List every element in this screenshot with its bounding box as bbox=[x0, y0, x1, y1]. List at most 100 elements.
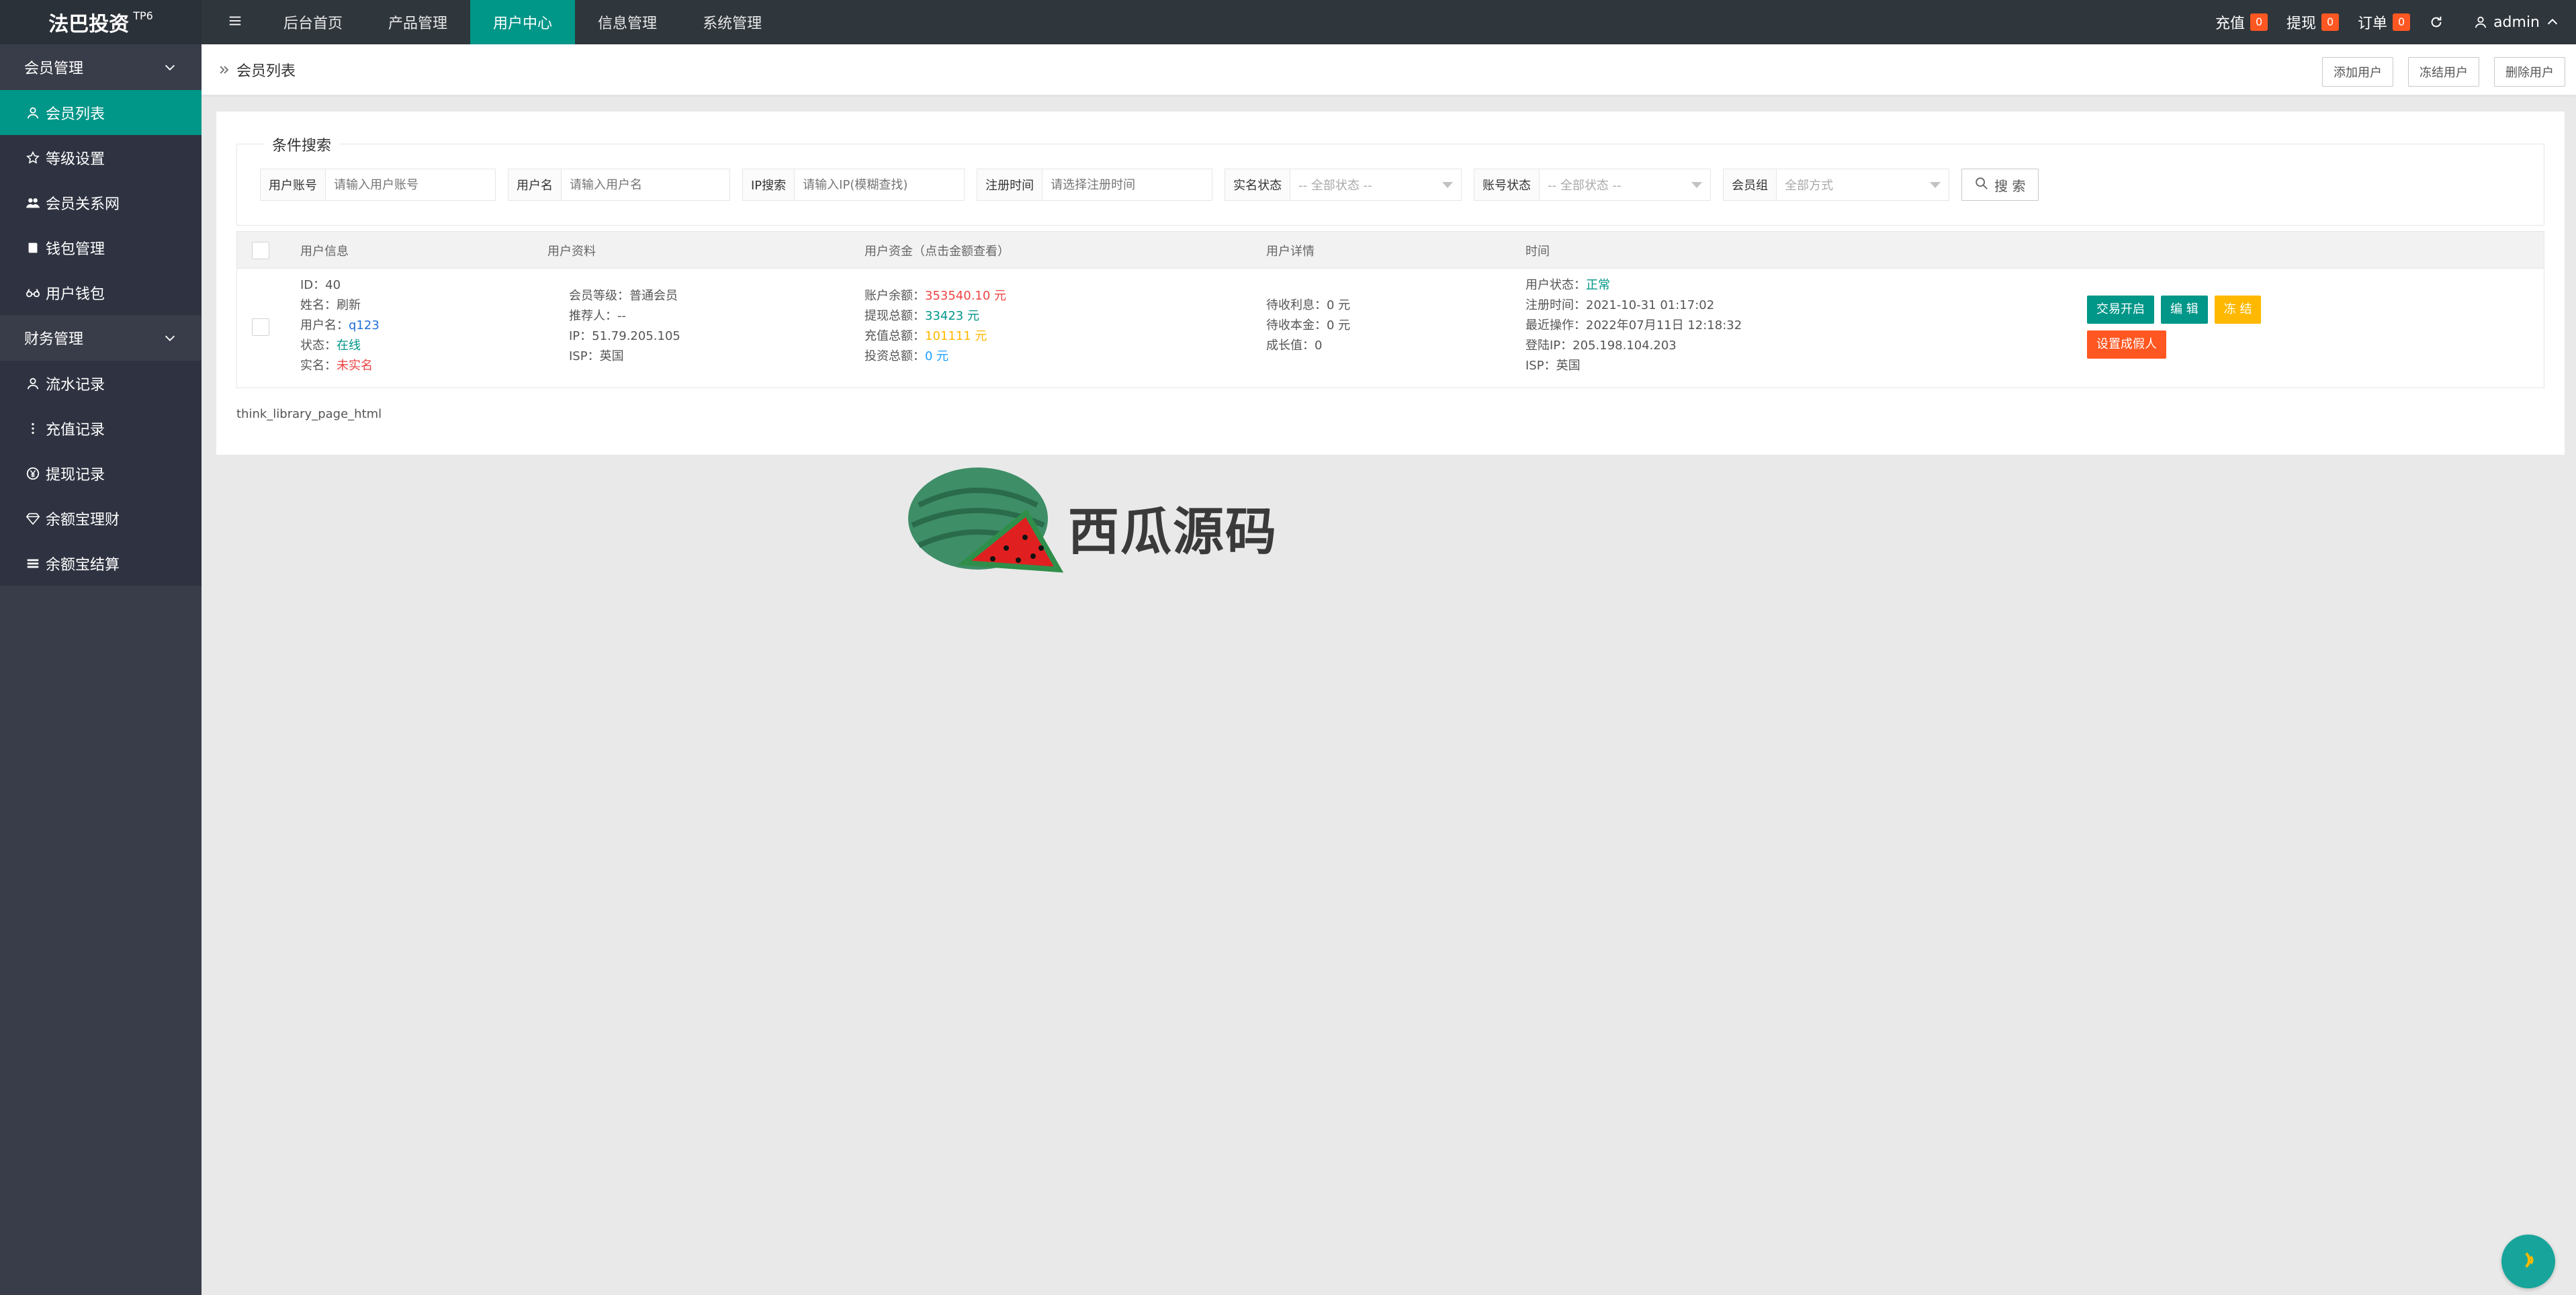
sidebar-item-recharge[interactable]: 充值记录 bbox=[0, 406, 202, 451]
member-level: 会员等级：普通会员 bbox=[569, 289, 678, 303]
delete-user-button[interactable]: 删除用户 bbox=[2494, 57, 2565, 87]
sidebar-item-wallet-manage[interactable]: 钱包管理 bbox=[0, 225, 202, 270]
caret-down-icon bbox=[1691, 181, 1703, 188]
balance-value[interactable]: 353540.10 元 bbox=[925, 289, 1006, 303]
user-icon bbox=[26, 105, 40, 120]
sidebar-group-label: 会员管理 bbox=[24, 60, 84, 77]
regtime-input[interactable] bbox=[1042, 169, 1212, 200]
brand-logo[interactable]: 法巴投资 TP6 bbox=[0, 0, 202, 44]
withdraw-label: 提现 bbox=[2286, 15, 2317, 32]
nav-products[interactable]: 产品管理 bbox=[365, 0, 470, 44]
account-input[interactable] bbox=[326, 169, 495, 200]
nav-home[interactable]: 后台首页 bbox=[261, 0, 365, 44]
sidebar-group-members[interactable]: 会员管理 bbox=[0, 44, 202, 90]
watermelon-icon bbox=[908, 467, 1064, 573]
sidebar-item-label: 钱包管理 bbox=[46, 240, 105, 258]
user-menu[interactable]: admin bbox=[2473, 14, 2560, 31]
refresh-icon[interactable] bbox=[2429, 15, 2444, 30]
freeze-button[interactable]: 冻 结 bbox=[2214, 296, 2262, 324]
add-user-button[interactable]: 添加用户 bbox=[2322, 57, 2393, 87]
sidebar-item-levels[interactable]: 等级设置 bbox=[0, 135, 202, 180]
login-isp: ISP：英国 bbox=[1525, 359, 1581, 373]
sidebar-item-user-wallet[interactable]: 用户钱包 bbox=[0, 270, 202, 315]
hamburger-icon bbox=[228, 13, 242, 32]
page-title: 会员列表 bbox=[236, 63, 296, 80]
brand-version: TP6 bbox=[133, 9, 153, 22]
select-all-checkbox-cell bbox=[252, 232, 269, 269]
user-username: 用户名：q123 bbox=[300, 316, 380, 336]
user-state-line: 用户状态：正常 bbox=[1525, 275, 1742, 296]
status-label: 状态： bbox=[300, 339, 337, 353]
user-icon bbox=[2473, 15, 2488, 30]
realname-status-field: 实名状态 -- 全部状态 -- bbox=[1225, 169, 1462, 201]
sidebar-item-yuebao-settle[interactable]: 余额宝结算 bbox=[0, 541, 202, 586]
nav-info[interactable]: 信息管理 bbox=[575, 0, 680, 44]
top-bar: 法巴投资 TP6 后台首页 产品管理 用户中心 信息管理 系统管理 充值 0 提现… bbox=[0, 0, 2576, 44]
row-checkbox[interactable] bbox=[252, 318, 269, 336]
sidebar-item-label: 充值记录 bbox=[46, 421, 105, 439]
sidebar-item-yuebao[interactable]: 余额宝理财 bbox=[0, 496, 202, 541]
yen-circle-icon bbox=[26, 466, 40, 481]
edit-button[interactable]: 编 辑 bbox=[2161, 296, 2208, 324]
invest-total-label: 投资总额： bbox=[864, 349, 925, 363]
sidebar-item-label: 用户钱包 bbox=[46, 285, 105, 303]
caret-down-icon bbox=[1442, 181, 1454, 188]
ip-field: IP搜索 bbox=[742, 169, 965, 201]
invest-total-value[interactable]: 0 元 bbox=[925, 349, 948, 363]
list-icon bbox=[26, 556, 40, 571]
user-name: admin bbox=[2493, 13, 2540, 31]
withdraw-total-value[interactable]: 33423 元 bbox=[925, 309, 979, 323]
caret-down-icon bbox=[1930, 181, 1941, 188]
top-right-tools: 充值 0 提现 0 订单 0 admin bbox=[2196, 0, 2576, 44]
member-table: 用户信息 用户资料 用户资金（点击金额查看） 用户详情 时间 ID：40 姓名：… bbox=[236, 231, 2544, 388]
recharge-total-value[interactable]: 101111 元 bbox=[925, 329, 987, 343]
pending-interest: 待收利息：0 元 bbox=[1266, 298, 1351, 312]
trade-toggle-button[interactable]: 交易开启 bbox=[2087, 296, 2154, 324]
realname-status-select[interactable]: -- 全部状态 -- bbox=[1290, 169, 1462, 200]
freeze-user-button[interactable]: 冻结用户 bbox=[2408, 57, 2479, 87]
recharge-notice[interactable]: 充值 0 bbox=[2215, 11, 2268, 33]
sidebar-item-label: 会员关系网 bbox=[46, 195, 120, 213]
breadcrumb: 会员列表 bbox=[218, 44, 296, 95]
withdraw-line: 提现总额：33423 元 bbox=[864, 306, 1006, 326]
regtime-field: 注册时间 bbox=[977, 169, 1213, 201]
chevron-down-icon bbox=[163, 60, 177, 75]
name-input[interactable] bbox=[562, 169, 729, 200]
select-all-checkbox[interactable] bbox=[252, 242, 269, 259]
order-notice[interactable]: 订单 0 bbox=[2358, 11, 2411, 33]
sidebar-item-label: 余额宝结算 bbox=[46, 556, 120, 574]
floating-help-button[interactable] bbox=[2501, 1235, 2555, 1288]
realname-label: 实名： bbox=[300, 359, 337, 373]
account-field: 用户账号 bbox=[260, 169, 496, 201]
sidebar-item-flow[interactable]: 流水记录 bbox=[0, 361, 202, 406]
member-group-select[interactable]: 全部方式 bbox=[1777, 169, 1949, 200]
nav-user-center[interactable]: 用户中心 bbox=[470, 0, 576, 44]
sidebar-group-finance[interactable]: 财务管理 bbox=[0, 315, 202, 361]
header-user-profile: 用户资料 bbox=[547, 244, 596, 259]
sidebar-item-member-list[interactable]: 会员列表 bbox=[0, 90, 202, 135]
search-button[interactable]: 搜 索 bbox=[1961, 169, 2039, 201]
sidebar-item-relations[interactable]: 会员关系网 bbox=[0, 180, 202, 225]
set-fake-user-button[interactable]: 设置成假人 bbox=[2087, 330, 2166, 359]
sidebar-group-label: 财务管理 bbox=[24, 331, 84, 348]
register-time: 注册时间：2021-10-31 01:17:02 bbox=[1525, 298, 1715, 312]
withdraw-total-label: 提现总额： bbox=[864, 309, 925, 323]
menu-toggle-button[interactable] bbox=[222, 0, 249, 44]
header-time: 时间 bbox=[1525, 244, 1550, 259]
nav-system[interactable]: 系统管理 bbox=[680, 0, 785, 44]
realname-value: 未实名 bbox=[337, 359, 373, 373]
sidebar-item-withdraw[interactable]: 提现记录 bbox=[0, 451, 202, 496]
user-verify-status: 实名：未实名 bbox=[300, 356, 380, 376]
recharge-total-label: 充值总额： bbox=[864, 329, 925, 343]
withdraw-notice[interactable]: 提现 0 bbox=[2286, 11, 2340, 33]
account-status-label: 账号状态 bbox=[1474, 169, 1540, 200]
username-link[interactable]: q123 bbox=[349, 318, 380, 332]
order-label: 订单 bbox=[2358, 15, 2388, 32]
user-state-label: 用户状态： bbox=[1525, 278, 1586, 292]
ip-input[interactable] bbox=[795, 169, 965, 200]
growth-value: 成长值：0 bbox=[1266, 339, 1323, 353]
account-status-select[interactable]: -- 全部状态 -- bbox=[1540, 169, 1711, 200]
book-icon bbox=[26, 240, 40, 255]
member-group-value: 全部方式 bbox=[1785, 179, 1834, 193]
brand-title: 法巴投资 bbox=[48, 13, 130, 36]
